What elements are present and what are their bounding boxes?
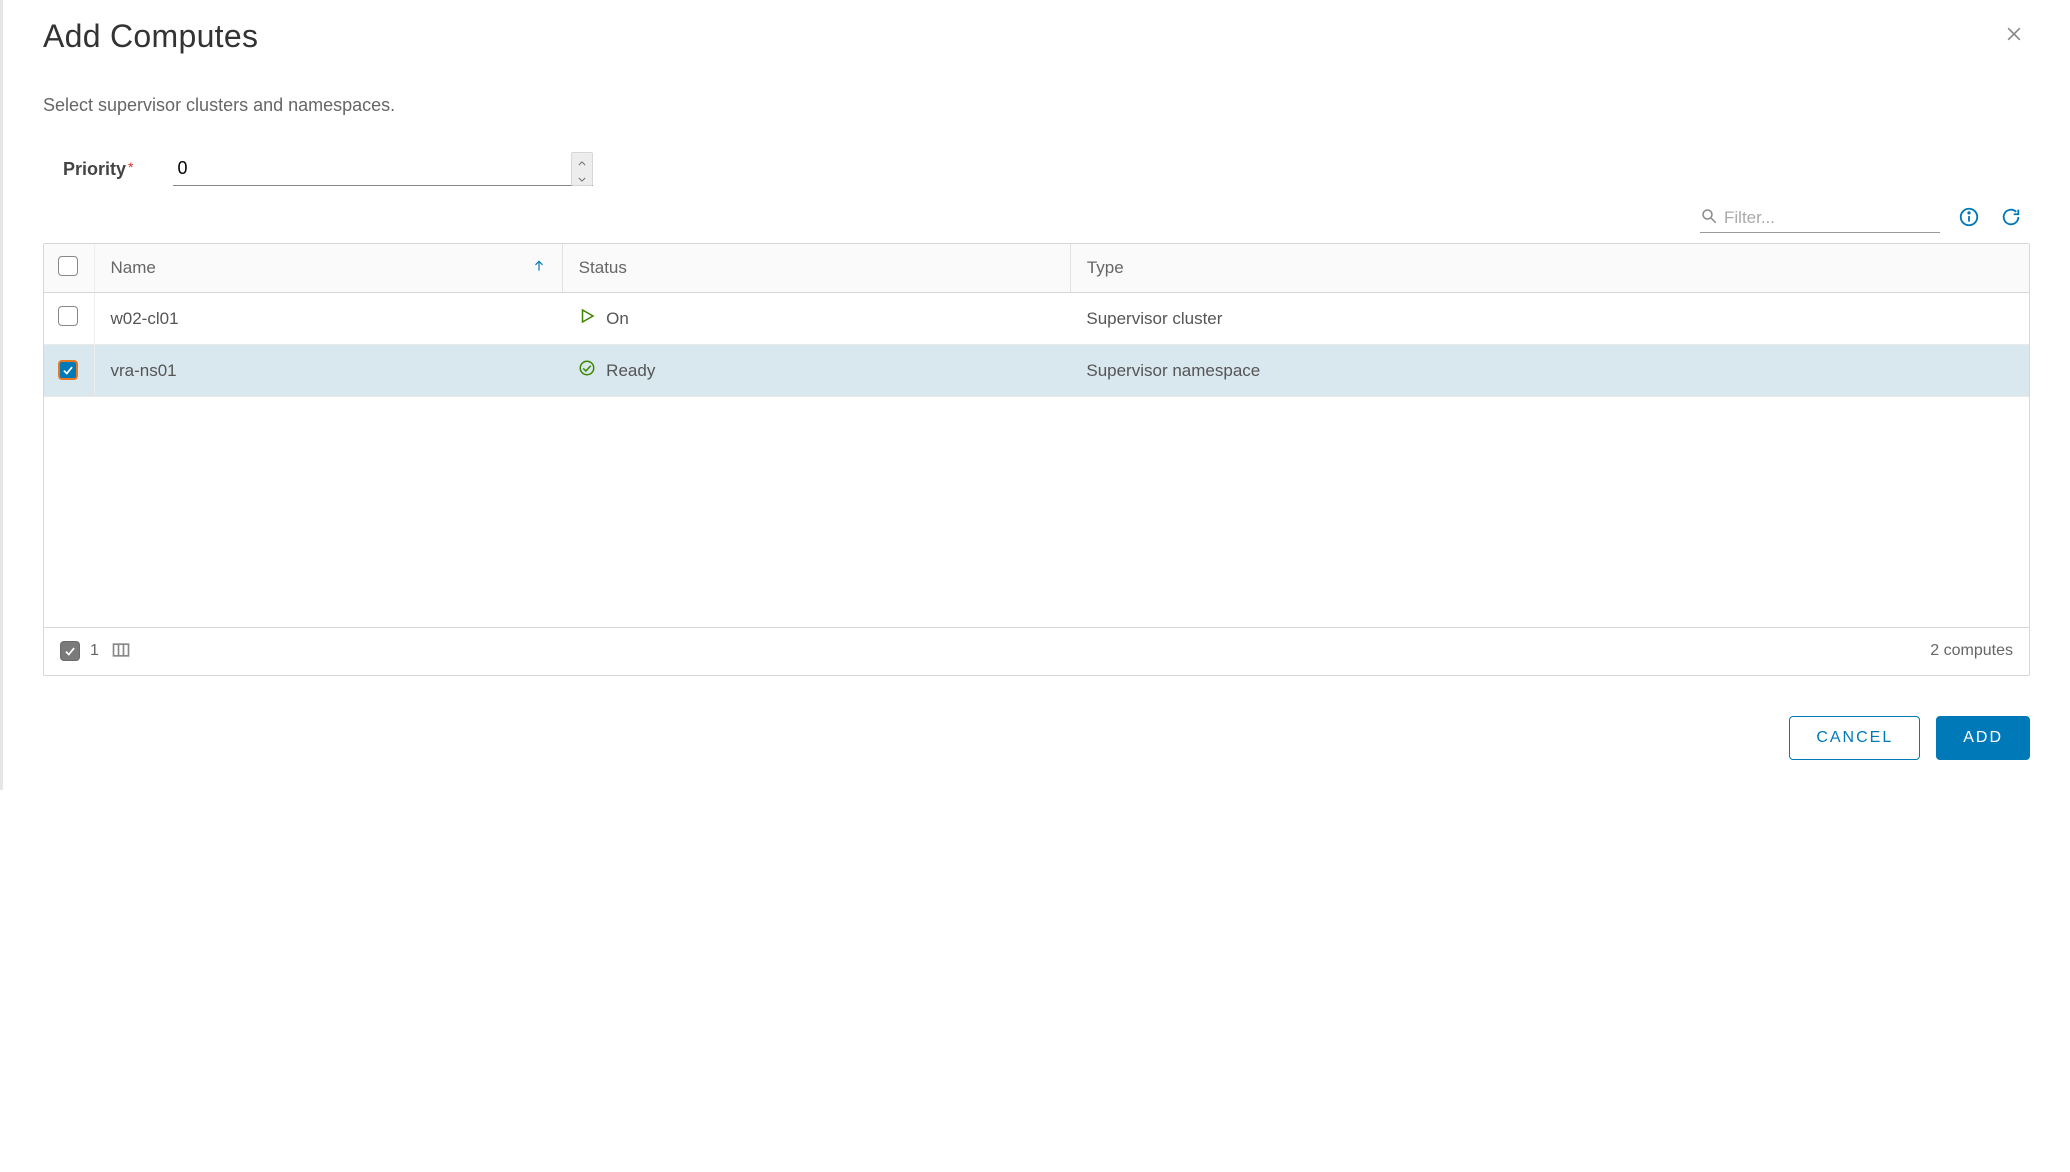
chevron-down-icon (578, 170, 586, 185)
selected-count: 1 (90, 642, 99, 660)
priority-field: Priority* (43, 152, 2030, 186)
filter-input-wrap (1700, 204, 1940, 233)
add-computes-dialog: Add Computes Select supervisor clusters … (0, 0, 2070, 790)
dialog-subtitle: Select supervisor clusters and namespace… (43, 95, 2030, 116)
row-name: w02-cl01 (94, 293, 562, 345)
dialog-actions: CANCEL ADD (43, 716, 2030, 760)
play-icon (578, 307, 596, 330)
priority-input-wrap (173, 152, 593, 186)
footer-left: 1 (60, 638, 133, 665)
priority-label: Priority* (63, 159, 133, 180)
table-row[interactable]: vra-ns01 Ready Supervisor namespace (44, 345, 2029, 397)
table-footer: 1 2 computes (44, 627, 2029, 675)
refresh-button[interactable] (1998, 204, 2024, 233)
columns-icon (111, 640, 131, 663)
close-button[interactable] (1998, 18, 2030, 53)
info-button[interactable] (1956, 204, 1982, 233)
cancel-button[interactable]: CANCEL (1789, 716, 1920, 760)
priority-input[interactable] (173, 152, 593, 186)
row-checkbox-cell (44, 293, 94, 345)
stepper-up-button[interactable] (572, 153, 592, 169)
close-icon (2004, 32, 2024, 47)
priority-stepper (571, 152, 593, 186)
select-all-checkbox[interactable] (58, 256, 78, 276)
header-checkbox-cell (44, 244, 94, 293)
filter-row (43, 204, 2030, 233)
header-type[interactable]: Type (1070, 244, 2029, 293)
header-status[interactable]: Status (562, 244, 1070, 293)
selection-indicator[interactable] (60, 641, 80, 661)
row-checkbox[interactable] (58, 306, 78, 326)
total-count: 2 computes (1930, 642, 2013, 660)
computes-table: Name Status Type w02-cl01 (44, 244, 2029, 627)
sort-asc-icon (532, 258, 546, 278)
row-name: vra-ns01 (94, 345, 562, 397)
filter-input[interactable] (1724, 204, 1945, 232)
row-checkbox-cell (44, 345, 94, 397)
row-status: Ready (562, 345, 1070, 397)
table-header-row: Name Status Type (44, 244, 2029, 293)
dialog-header: Add Computes (43, 18, 2030, 55)
header-name[interactable]: Name (94, 244, 562, 293)
required-asterisk: * (128, 159, 133, 175)
check-circle-icon (578, 359, 596, 382)
stepper-down-button[interactable] (572, 169, 592, 185)
add-button[interactable]: ADD (1936, 716, 2030, 760)
table-row[interactable]: w02-cl01 On Supervisor cluster (44, 293, 2029, 345)
table-empty-space (44, 397, 2029, 627)
computes-table-wrap: Name Status Type w02-cl01 (43, 243, 2030, 676)
row-checkbox[interactable] (58, 360, 78, 380)
row-type: Supervisor namespace (1070, 345, 2029, 397)
info-icon (1958, 206, 1980, 231)
row-status: On (562, 293, 1070, 345)
row-type: Supervisor cluster (1070, 293, 2029, 345)
refresh-icon (2000, 206, 2022, 231)
search-icon (1700, 207, 1718, 230)
column-picker-button[interactable] (109, 638, 133, 665)
dialog-title: Add Computes (43, 18, 258, 55)
chevron-up-icon (578, 154, 586, 169)
